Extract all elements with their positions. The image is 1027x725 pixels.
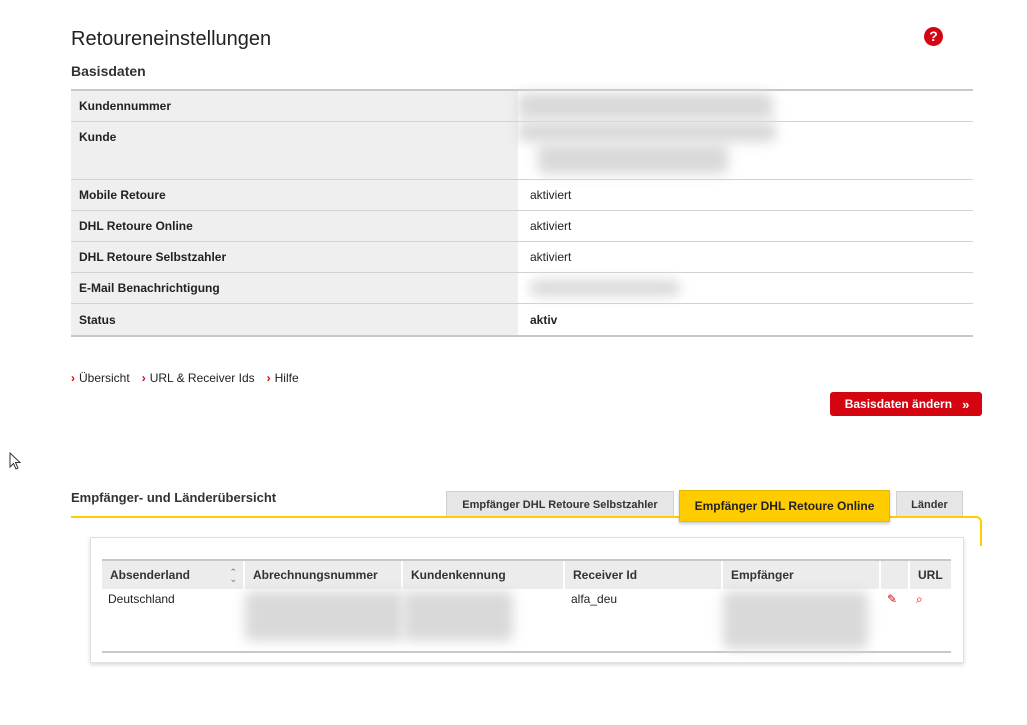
cell-receiver-id: alfa_deu [565,589,723,651]
col-abrechnungsnummer: Abrechnungsnummer [245,561,403,589]
label-dhl-retoure-online: DHL Retoure Online [71,211,518,241]
page-title: Retoureneinstellungen [71,28,272,50]
help-icon[interactable]: ? [924,27,943,46]
basisdaten-aendern-button[interactable]: Basisdaten ändern » [830,392,982,416]
mouse-cursor-icon [9,452,22,470]
cell-empfaenger [723,589,881,651]
row-kunde: Kunde [71,122,973,180]
row-email: E-Mail Benachrichtigung [71,273,973,304]
col-absenderland[interactable]: Absenderland ⌃ ⌄ [102,561,245,589]
row-mobile-retoure: Mobile Retoure aktiviert [71,180,973,211]
value-status: aktiv [518,304,973,335]
label-kundennummer: Kundennummer [71,91,518,121]
redacted-email [530,280,680,296]
value-dhl-retoure-online: aktiviert [518,211,973,241]
chevron-right-icon: › [266,371,271,385]
col-kundenkennung: Kundenkennung [403,561,565,589]
row-status: Status aktiv [71,304,973,335]
tab-empfaenger-selbstzahler[interactable]: Empfänger DHL Retoure Selbstzahler [446,491,674,517]
label-email: E-Mail Benachrichtigung [71,273,518,303]
table-row: Deutschland alfa_deu ✎ ⌕ [102,589,951,651]
label-kunde: Kunde [71,122,518,179]
cell-url: ⌕ [910,589,951,651]
label-status: Status [71,304,518,335]
chevron-right-icon: › [141,371,146,385]
redacted-empfaenger [723,591,868,649]
table-header: Absenderland ⌃ ⌄ Abrechnungsnummer Kunden… [102,559,951,589]
link-hilfe[interactable]: › Hilfe [267,371,299,385]
value-mobile-retoure: aktiviert [518,180,973,210]
redacted-kundennummer [518,93,773,119]
magnifier-icon[interactable]: ⌕ [916,592,923,606]
double-chevron-icon: » [962,396,969,412]
cell-absenderland: Deutschland [102,589,245,651]
value-kundennummer [518,91,973,121]
link-hilfe-label: Hilfe [274,371,299,385]
cell-kundenkennung [403,589,565,651]
tab-frame-corner [976,516,982,546]
overview-title: Empfänger- und Länderübersicht [71,490,277,505]
cell-abrechnungsnummer [245,589,403,651]
link-list: › Übersicht › URL & Receiver Ids › Hilfe [71,371,299,385]
overview-panel: Absenderland ⌃ ⌄ Abrechnungsnummer Kunden… [90,537,964,663]
value-email [518,273,973,303]
receiver-table: Absenderland ⌃ ⌄ Abrechnungsnummer Kunden… [102,559,951,653]
redacted-abrechnungsnummer [245,591,403,641]
link-uebersicht[interactable]: › Übersicht [71,371,130,385]
col-receiver-id: Receiver Id [565,561,723,589]
chevron-right-icon: › [71,371,75,385]
cell-edit: ✎ [881,589,910,651]
link-url-label: URL & Receiver Ids [149,371,255,385]
label-mobile-retoure: Mobile Retoure [71,180,518,210]
basisdaten-table: Kundennummer Kunde Mobile Retoure aktivi… [71,89,973,337]
label-dhl-retoure-selbstzahler: DHL Retoure Selbstzahler [71,242,518,272]
sort-icon[interactable]: ⌃ ⌄ [229,568,237,584]
basisdaten-title: Basisdaten [71,63,146,79]
row-dhl-retoure-selbstzahler: DHL Retoure Selbstzahler aktiviert [71,242,973,273]
link-url-receiver-ids[interactable]: › URL & Receiver Ids [142,371,255,385]
col-empfaenger: Empfänger [723,561,881,589]
col-actions [881,561,910,589]
edit-pencil-icon[interactable]: ✎ [887,592,897,606]
link-uebersicht-label: Übersicht [79,371,130,385]
tab-laender[interactable]: Länder [896,491,963,517]
value-dhl-retoure-selbstzahler: aktiviert [518,242,973,272]
row-kundennummer: Kundennummer [71,91,973,122]
value-kunde [518,122,973,179]
redacted-kundenkennung [403,591,513,641]
redacted-kunde [518,122,776,178]
col-absenderland-label: Absenderland [110,568,191,582]
row-dhl-retoure-online: DHL Retoure Online aktiviert [71,211,973,242]
tab-empfaenger-online[interactable]: Empfänger DHL Retoure Online [679,490,890,522]
col-url: URL [910,561,951,589]
basisdaten-aendern-label: Basisdaten ändern [844,397,953,411]
